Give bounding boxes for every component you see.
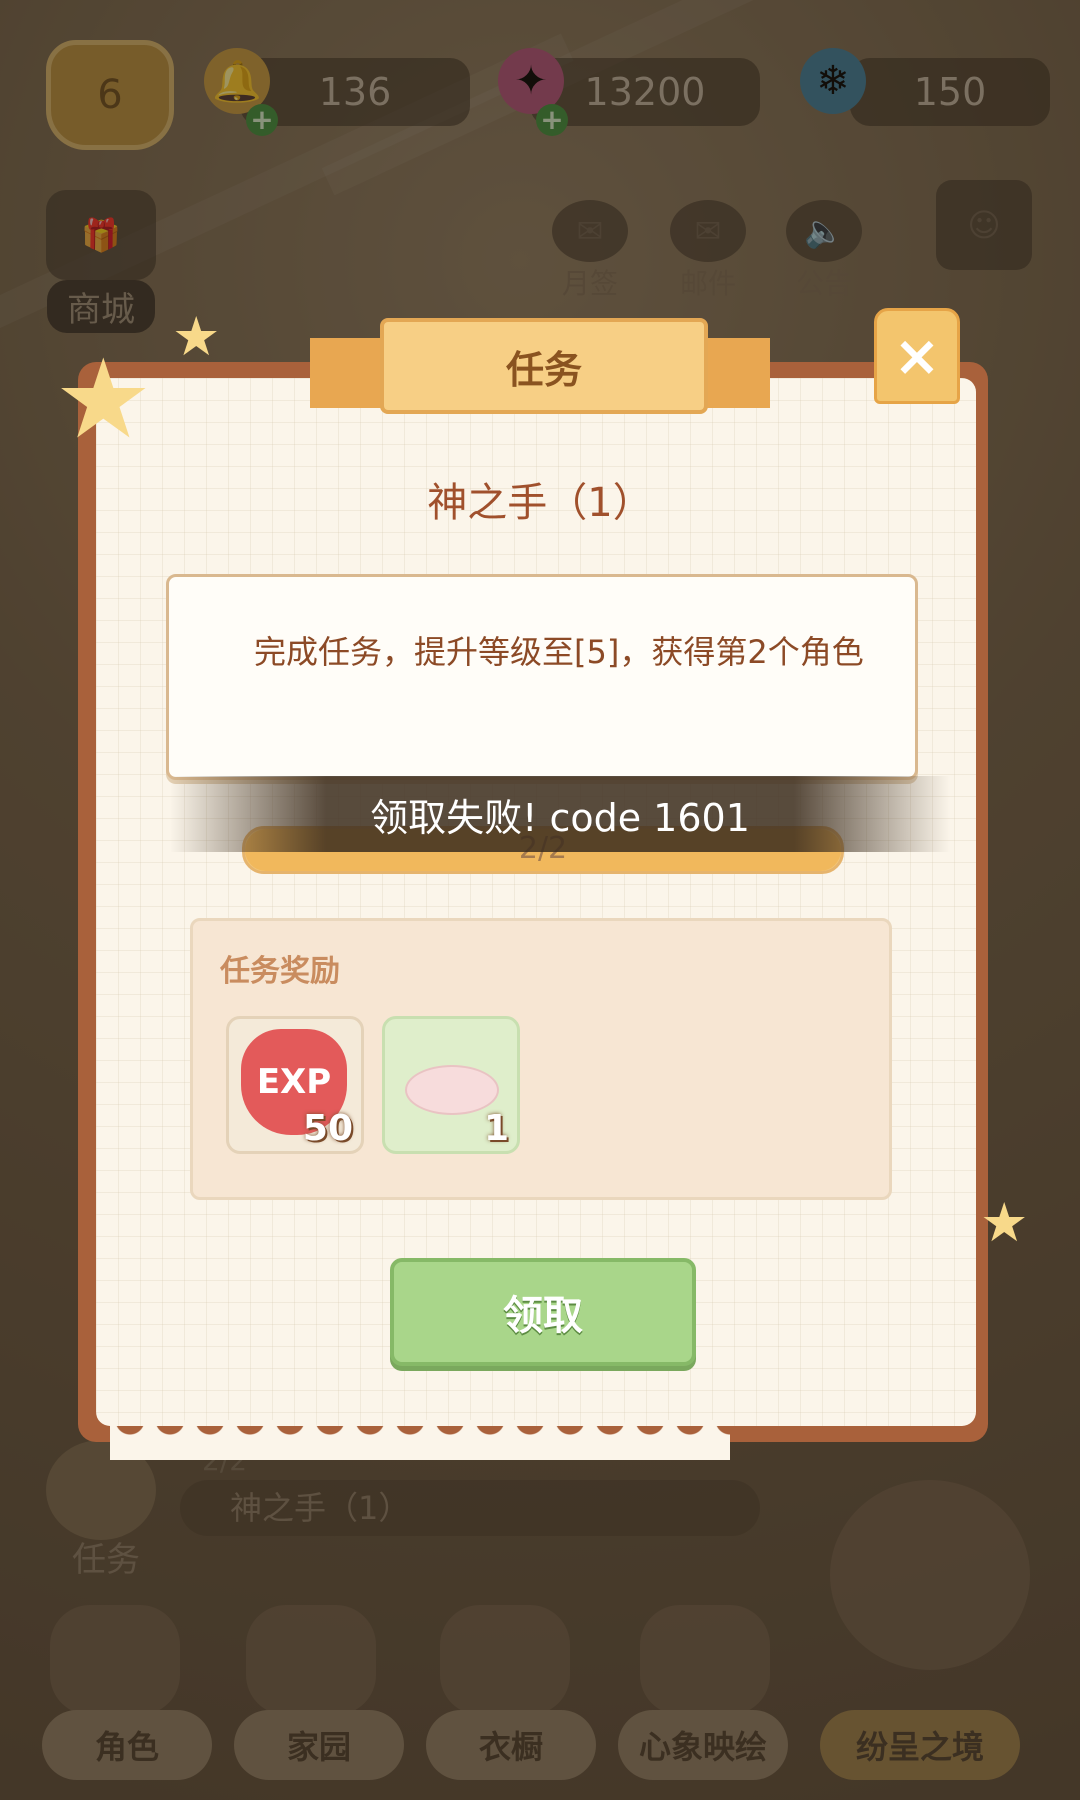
star-decoration-icon: ★ — [980, 1191, 1029, 1254]
dialog-scallop-edge — [110, 1420, 730, 1460]
star-decoration-icon: ★ — [54, 335, 153, 463]
reward-exp-qty: 50 — [302, 1108, 353, 1149]
dialog-title: 任务 — [380, 318, 708, 414]
task-name: 神之手（1） — [427, 480, 653, 526]
error-toast: 领取失败! code 1601 — [170, 776, 950, 852]
close-button[interactable]: × — [874, 308, 960, 404]
star-decoration-icon: ★ — [172, 305, 221, 368]
reward-heading: 任务奖励 — [220, 954, 340, 989]
claim-button[interactable]: 领取 — [390, 1258, 696, 1366]
reward-exp[interactable]: EXP 50 — [226, 1016, 364, 1154]
reward-plate-qty: 1 — [483, 1108, 509, 1149]
close-icon: × — [893, 323, 941, 389]
dialog-title-ribbon: 任务 — [310, 318, 770, 414]
task-description: 完成任务，提升等级至[5]，获得第2个角色 — [254, 633, 864, 671]
reward-plate[interactable]: 1 — [382, 1016, 520, 1154]
